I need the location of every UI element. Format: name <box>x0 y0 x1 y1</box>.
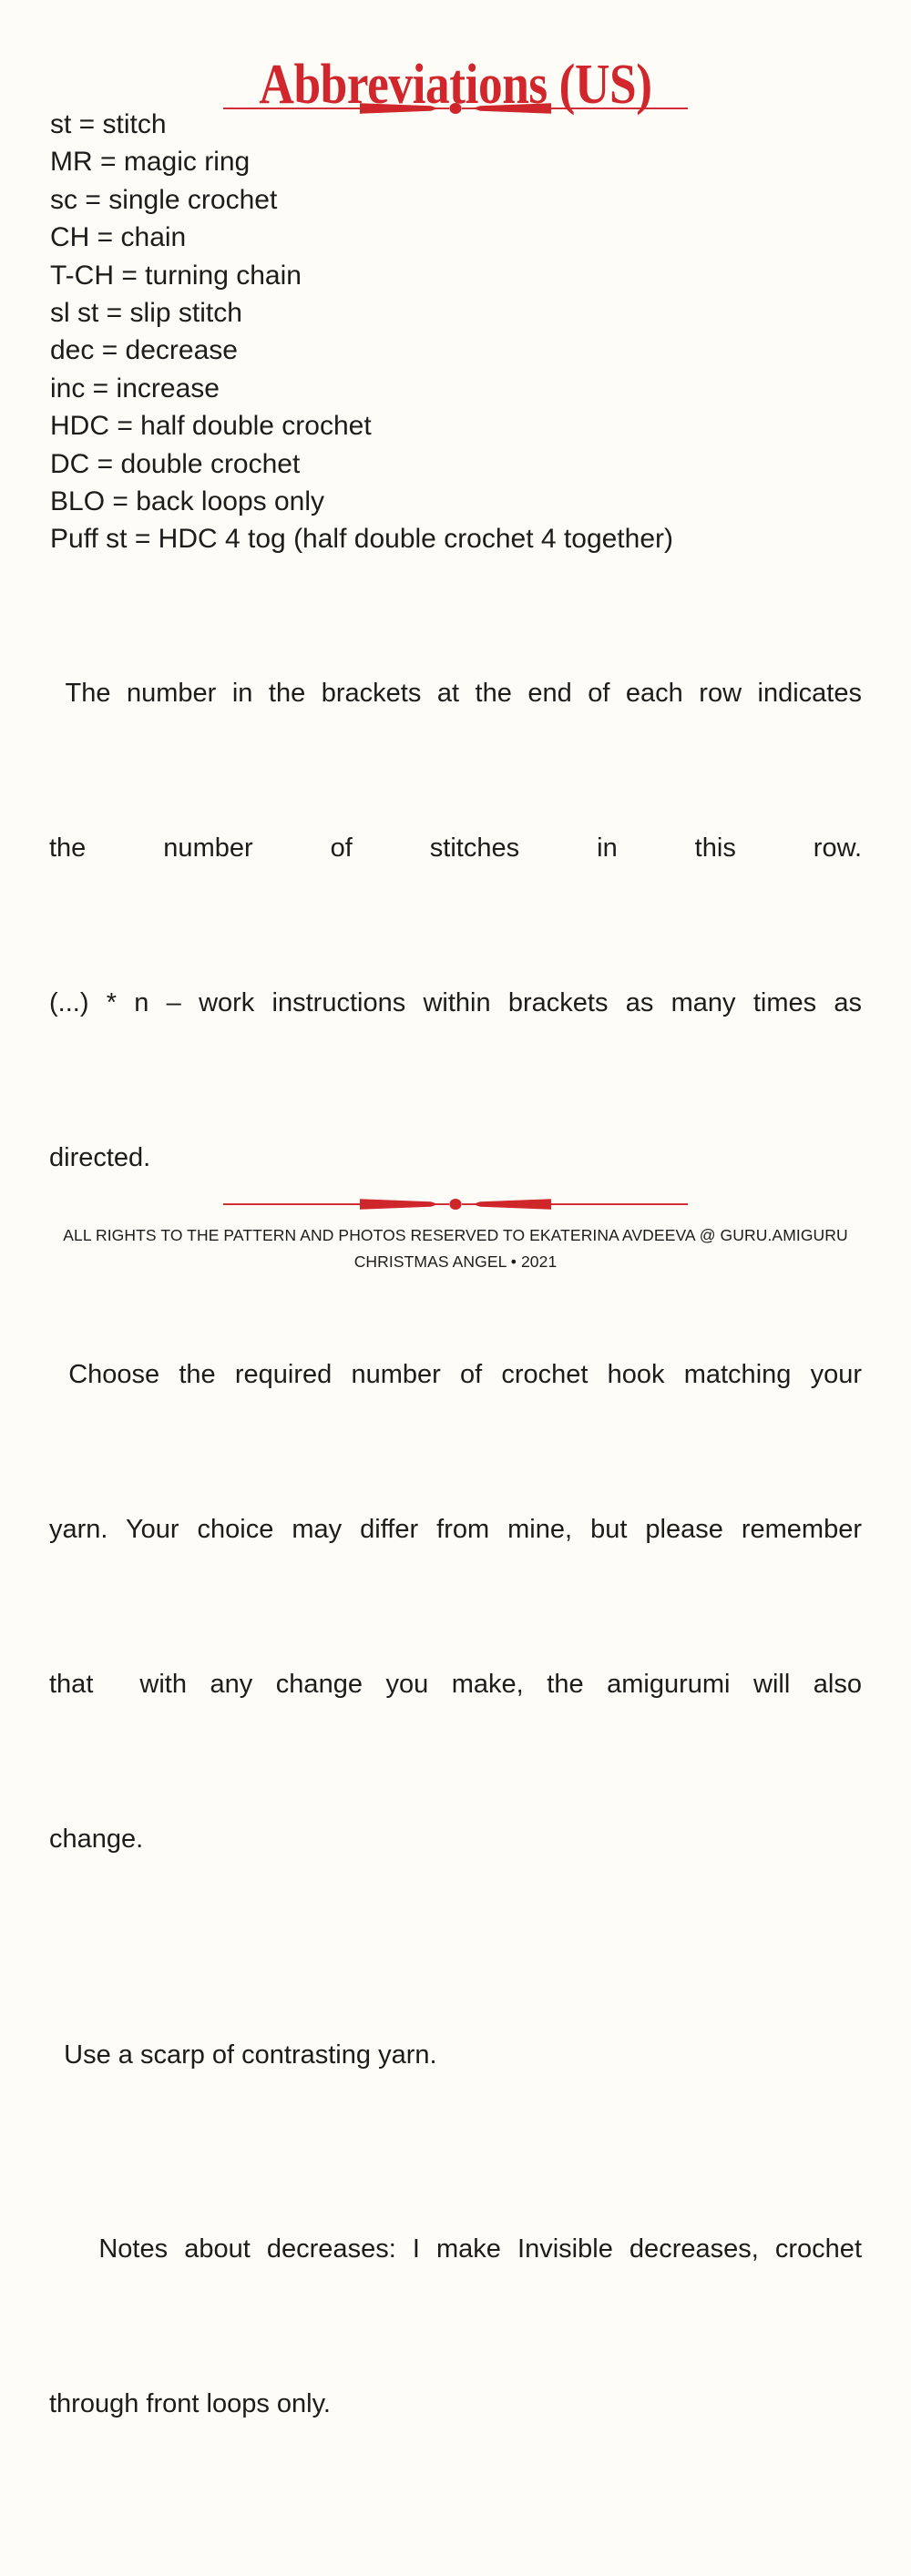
abbreviation-item: MR = magic ring <box>50 147 251 178</box>
abbreviation-item: st = stitch <box>50 109 167 139</box>
note-paragraph: The number in the brackets at the end of… <box>49 597 862 1255</box>
note-line: The number in the brackets at the end of… <box>49 679 862 708</box>
note-paragraph: Notes about decreases: I make Invisible … <box>49 2152 862 2501</box>
abbreviation-item: CH = chain <box>50 222 187 253</box>
footer-rights-line: ALL RIGHTS TO THE PATTERN AND PHOTOS RES… <box>63 1226 848 1244</box>
abbreviation-item: sc = single crochet <box>50 184 278 215</box>
document-page: Abbreviations (US) st = stitch MR = magi… <box>0 0 911 2418</box>
note-line: (...) * n – work instructions within bra… <box>49 988 862 1017</box>
abbreviation-list: st = stitch MR = magic ring sc = single … <box>50 106 870 558</box>
notes-section: The number in the brackets at the end of… <box>49 597 862 2576</box>
footer-pattern-line: CHRISTMAS ANGEL • 2021 <box>353 1252 558 1271</box>
note-line: Use a scarp of contrasting yarn. <box>49 2040 437 2070</box>
note-line: change. <box>49 1824 144 1854</box>
abbreviation-item: sl st = slip stitch <box>50 298 242 329</box>
note-paragraph: The finished product using the materials… <box>49 2500 862 2576</box>
abbreviation-item: BLO = back loops only <box>50 486 325 517</box>
abbreviation-item: DC = double crochet <box>50 448 301 479</box>
note-line: the number of stitches in this row. <box>49 833 862 863</box>
abbreviation-item: inc = increase <box>50 373 220 404</box>
abbreviation-item: HDC = half double crochet <box>50 411 372 442</box>
note-line: yarn. Your choice may differ from mine, … <box>49 1514 862 1544</box>
note-line: Notes about decreases: I make Invisible … <box>49 2234 862 2264</box>
note-line: that with any change you make, the amigu… <box>49 1669 862 1699</box>
abbreviation-item: dec = decrease <box>50 335 238 366</box>
note-line: directed. <box>49 1143 151 1172</box>
abbreviation-item: T-CH = turning chain <box>50 260 302 291</box>
note-paragraph: Use a scarp of contrasting yarn. <box>49 1958 862 2152</box>
note-line: Choose the required number of crochet ho… <box>49 1359 862 1389</box>
note-line: through front loops only. <box>49 2388 331 2418</box>
abbreviation-item: Puff st = HDC 4 tog (half double crochet… <box>50 524 673 555</box>
note-paragraph: Choose the required number of crochet ho… <box>49 1278 862 1937</box>
footer: ALL RIGHTS TO THE PATTERN AND PHOTOS RES… <box>0 1222 911 1275</box>
